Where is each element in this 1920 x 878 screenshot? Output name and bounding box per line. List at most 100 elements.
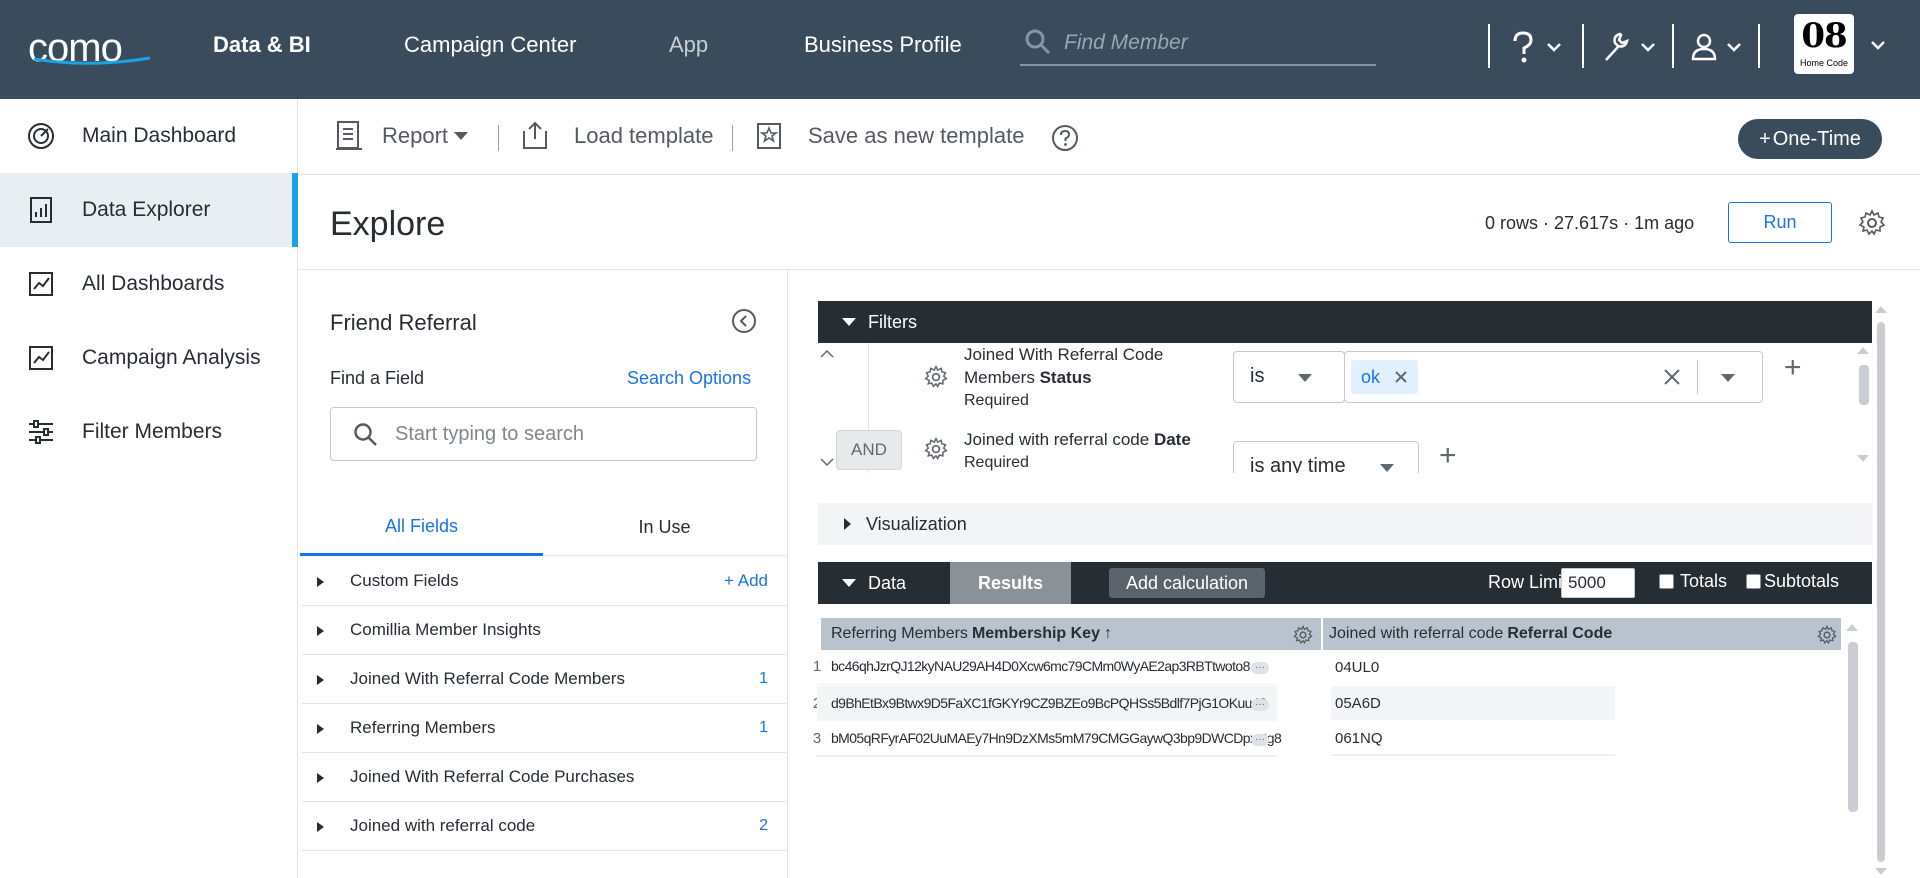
help-menu[interactable] [1508,28,1562,66]
scroll-down-arrow[interactable] [1857,455,1869,462]
business-brand-logo[interactable]: 08 Home Code [1794,14,1854,74]
gear-icon[interactable] [1858,209,1886,237]
scroll-down-arrow[interactable] [1875,868,1887,875]
more-icon[interactable]: ··· [1251,734,1269,746]
chevron-down-icon[interactable] [1870,40,1886,50]
run-stats: 0 rows · 27.617s · 1m ago [1485,213,1695,233]
scroll-up-arrow[interactable] [1875,306,1887,313]
save-template-button[interactable]: Save as new template [754,119,1024,153]
gear-icon[interactable] [1817,625,1837,645]
load-template-button[interactable]: Load template [520,119,713,153]
referral-code-cell[interactable]: 061NQ [1331,722,1615,756]
collapse-panel-icon[interactable] [731,308,757,334]
divider [1697,360,1698,394]
sidebar-item-label: Main Dashboard [82,124,237,147]
nav-business-profile[interactable]: Business Profile [804,32,962,58]
and-operator[interactable]: AND [836,430,902,470]
field-search-input[interactable] [395,420,735,448]
field-search[interactable] [330,407,757,461]
filters-label: Filters [868,311,917,332]
caret-right-icon [317,577,324,587]
nav-divider [1758,24,1760,68]
nav-divider [1672,24,1674,68]
toolbar-divider [732,125,733,151]
load-template-label: Load template [574,123,714,148]
referral-code-cell[interactable]: 04UL0 [1331,650,1615,684]
sidebar-item-filter-members[interactable]: Filter Members [0,395,298,469]
field-group-row[interactable]: Custom Fields + Add [302,557,786,606]
nav-app[interactable]: App [669,32,708,58]
more-icon[interactable]: ··· [1251,662,1269,674]
subtotals-checkbox[interactable] [1746,574,1761,589]
tab-all-fields[interactable]: All Fields [300,500,543,556]
more-icon[interactable]: ··· [1251,699,1269,711]
one-time-button[interactable]: + One-Time [1738,119,1882,159]
field-group-row[interactable]: Referring Members 1 [302,704,786,753]
content-scrollbar[interactable] [1877,322,1885,862]
tools-menu[interactable] [1600,28,1656,66]
plus-icon: + [1759,127,1771,150]
report-icon [336,121,362,150]
chevron-up-icon[interactable] [820,349,834,359]
chevron-down-icon[interactable] [820,457,834,467]
totals-checkbox[interactable] [1659,574,1674,589]
add-calculation-button[interactable]: Add calculation [1109,568,1265,598]
sidebar-item-data-explorer[interactable]: Data Explorer [0,173,298,247]
caret-right-icon [317,724,324,734]
field-group-label: Comillia Member Insights [350,620,541,639]
field-group-row[interactable]: Joined with referral code 2 [302,802,786,851]
filter-operator-select[interactable]: is [1233,351,1345,403]
add-filter-value-button[interactable]: + [1784,351,1802,385]
find-member-search[interactable] [1020,22,1376,66]
nav-data-bi[interactable]: Data & BI [213,32,311,58]
run-button[interactable]: Run [1728,202,1832,243]
search-options-link[interactable]: Search Options [627,368,751,389]
filters-section-header[interactable]: Filters [818,301,1872,343]
filter-operator-select[interactable]: is any time [1233,441,1419,473]
value-chip[interactable]: ok [1351,360,1419,394]
gear-icon[interactable] [1293,625,1313,645]
results-scrollbar[interactable] [1848,642,1858,812]
results-tab[interactable]: Results [950,562,1071,604]
scroll-up-arrow[interactable] [1857,347,1869,354]
column-header-referral-code[interactable]: Joined with referral code Referral Code [1321,618,1841,650]
find-member-input[interactable] [1064,26,1364,60]
row-limit-input[interactable] [1561,568,1635,598]
field-group-row[interactable]: Joined With Referral Code Purchases [302,753,786,802]
filters-scrollbar[interactable] [1859,365,1869,405]
add-custom-field-button[interactable]: + Add [724,571,768,591]
field-in-use-count: 1 [759,719,768,736]
explore-toolbar: Report Load template Save as new templat… [298,99,1920,175]
gear-icon[interactable] [924,437,948,461]
gear-icon[interactable] [924,365,948,389]
field-group-row[interactable]: Comillia Member Insights [302,606,786,655]
table-cell[interactable]: d9BhEtBx9Btwx9D5FaXC1fGKYr9CZ9BZEo9BcPQH… [817,686,1277,721]
chip-remove-icon[interactable] [1394,370,1408,384]
filter-value-select[interactable]: ok [1344,351,1763,403]
clear-icon[interactable] [1663,368,1681,386]
sidebar-item-label: Campaign Analysis [82,346,261,369]
sidebar-item-campaign-analysis[interactable]: Campaign Analysis [0,321,298,395]
table-cell[interactable]: bc46qhJzrQJ12kyNAU29AH4D0Xcw6mc79CMm0WyA… [817,650,1277,685]
referral-code-cell[interactable]: 05A6D [1331,686,1615,720]
nav-divider [1488,24,1490,68]
required-label: Required [964,454,1029,471]
caret-right-icon [317,773,324,783]
explore-content: Filters AND Joined With Referral Code Me… [789,270,1920,878]
sidebar: Main Dashboard Data Explorer All Dashboa… [0,99,298,878]
subtotals-label: Subtotals [1764,571,1840,591]
help-circle-icon[interactable] [1050,123,1080,153]
data-toggle[interactable]: Data [842,562,906,604]
sidebar-item-main-dashboard[interactable]: Main Dashboard [0,99,298,173]
sidebar-item-all-dashboards[interactable]: All Dashboards [0,247,298,321]
user-menu[interactable] [1690,28,1742,66]
column-header-membership-key[interactable]: Referring Members Membership Key ↑ [821,618,1321,650]
scroll-up-arrow[interactable] [1846,624,1858,631]
nav-campaign-center[interactable]: Campaign Center [404,32,576,58]
field-group-row[interactable]: Joined With Referral Code Members 1 [302,655,786,704]
report-menu-button[interactable]: Report [334,119,469,153]
table-cell[interactable]: bM05qRFyrAF02UuMAEy7Hn9DzXMs5mM79CMGGayw… [817,722,1282,757]
tab-in-use[interactable]: In Use [543,500,786,556]
add-filter-value-button[interactable]: + [1439,439,1457,473]
visualization-section-header[interactable]: Visualization [818,503,1872,545]
